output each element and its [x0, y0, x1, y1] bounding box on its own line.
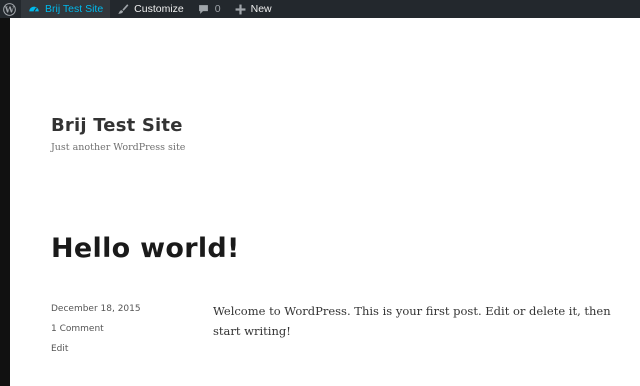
new-content-button[interactable]: New	[228, 0, 279, 18]
admin-bar: W Brij Test Site Customize 0 New	[0, 0, 640, 18]
comments-count: 0	[214, 3, 221, 15]
comments-button[interactable]: 0	[191, 0, 228, 18]
comment-bubble-icon	[198, 4, 209, 15]
site-description: Just another WordPress site	[51, 142, 186, 153]
wordpress-logo-button[interactable]: W	[0, 0, 21, 18]
customize-button[interactable]: Customize	[110, 0, 191, 18]
post-title[interactable]: Hello world!	[51, 233, 240, 264]
post-edit-link[interactable]: Edit	[51, 344, 68, 354]
site-title[interactable]: Brij Test Site	[51, 115, 183, 136]
wordpress-logo-icon: W	[3, 2, 16, 16]
customize-label: Customize	[134, 3, 184, 15]
dashboard-gauge-icon	[28, 3, 40, 15]
svg-text:W: W	[4, 4, 15, 14]
post-content: Welcome to WordPress. This is your first…	[213, 304, 611, 338]
new-label: New	[250, 3, 272, 15]
site-name-menu[interactable]: Brij Test Site	[21, 0, 111, 18]
plus-icon	[235, 4, 246, 15]
post-comments-link[interactable]: 1 Comment	[51, 324, 104, 334]
site-name-label: Brij Test Site	[45, 3, 104, 15]
post-date-link[interactable]: December 18, 2015	[51, 304, 141, 314]
paintbrush-icon	[117, 3, 129, 15]
site-page: Brij Test Site Just another WordPress si…	[10, 18, 640, 386]
